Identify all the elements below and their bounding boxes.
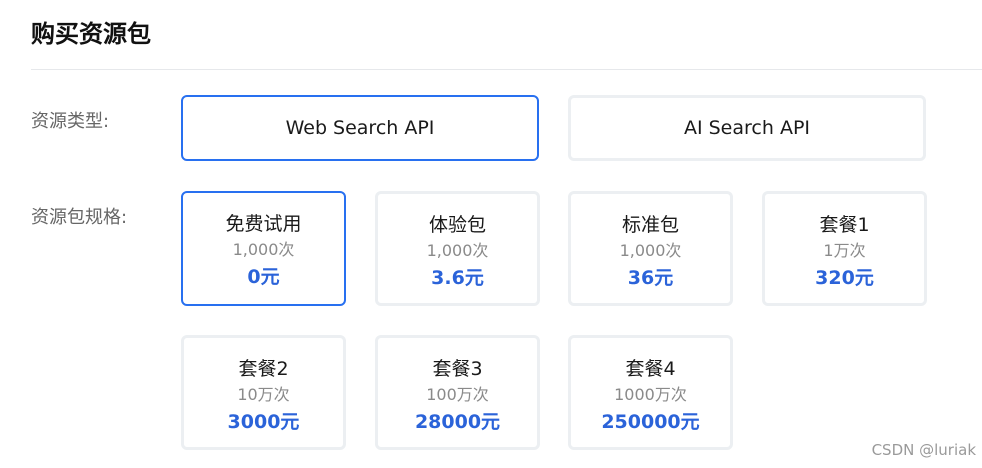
package-count: 1,000次: [426, 241, 489, 260]
resource-type-label: 资源类型:: [31, 111, 110, 132]
package-price: 0元: [247, 266, 280, 288]
resource-type-option-label: AI Search API: [683, 117, 810, 139]
package-price: 250000元: [601, 411, 700, 433]
package-name: 体验包: [428, 214, 486, 236]
package-name: 套餐2: [238, 358, 289, 380]
package-card-plan-3[interactable]: 套餐3 100万次 28000元: [375, 335, 540, 450]
package-card-standard-pack[interactable]: 标准包 1,000次 36元: [568, 191, 733, 306]
package-name: 套餐1: [819, 214, 870, 236]
watermark: CSDN @luriak: [871, 441, 976, 459]
package-name: 标准包: [621, 214, 679, 236]
package-card-trial-pack[interactable]: 体验包 1,000次 3.6元: [375, 191, 540, 306]
title-divider: [31, 69, 982, 70]
resource-type-option-web-search[interactable]: Web Search API: [181, 95, 539, 161]
resource-type-option-label: Web Search API: [285, 117, 435, 139]
package-count: 1000万次: [614, 385, 687, 404]
package-price: 28000元: [414, 411, 501, 433]
package-count: 1万次: [823, 241, 866, 260]
package-card-plan-1[interactable]: 套餐1 1万次 320元: [762, 191, 927, 306]
package-count: 10万次: [237, 385, 290, 404]
package-count: 100万次: [426, 385, 489, 404]
package-name: 套餐3: [432, 358, 483, 380]
page-title: 购买资源包: [31, 20, 151, 48]
package-spec-label: 资源包规格:: [31, 207, 128, 228]
package-card-plan-2[interactable]: 套餐2 10万次 3000元: [181, 335, 346, 450]
package-price: 320元: [815, 267, 874, 289]
package-name: 套餐4: [625, 358, 676, 380]
package-count: 1,000次: [232, 240, 295, 259]
package-name: 免费试用: [225, 213, 302, 235]
package-price: 36元: [627, 267, 674, 289]
package-count: 1,000次: [619, 241, 682, 260]
package-price: 3.6元: [431, 267, 484, 289]
package-card-free-trial[interactable]: 免费试用 1,000次 0元: [181, 191, 346, 306]
package-price: 3000元: [227, 411, 300, 433]
resource-type-option-ai-search[interactable]: AI Search API: [568, 95, 926, 161]
package-card-plan-4[interactable]: 套餐4 1000万次 250000元: [568, 335, 733, 450]
